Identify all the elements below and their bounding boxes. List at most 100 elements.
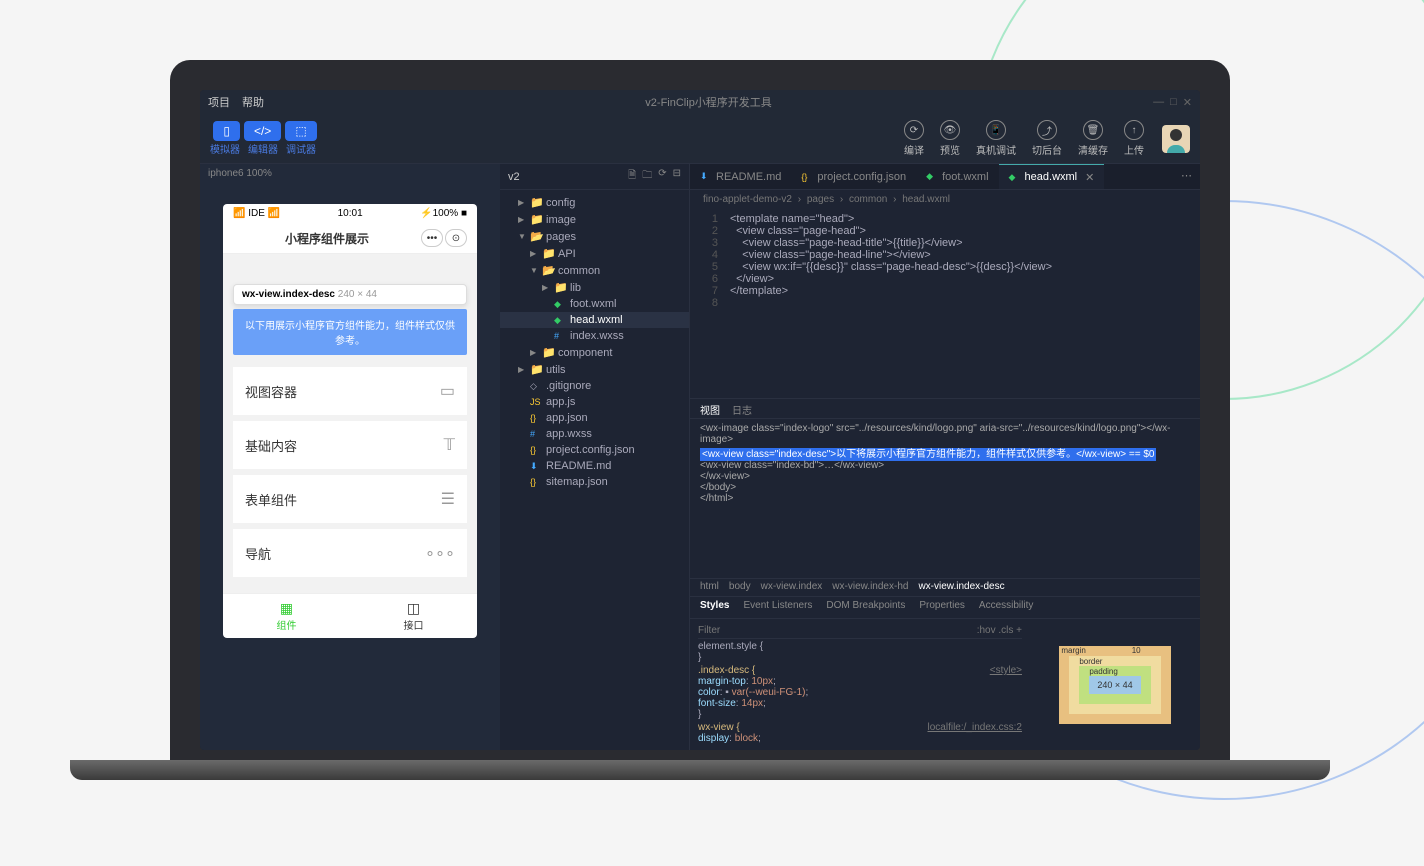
list-item[interactable]: 表单组件☰ — [233, 475, 467, 523]
upload-button[interactable]: ↑上传 — [1124, 120, 1144, 157]
simulator-panel: iphone6 100% 📶 IDE 📶 10:01 ⚡100% ■ 小程序组件… — [200, 164, 500, 750]
file-index-wxss[interactable]: #index.wxss — [500, 328, 689, 344]
main-area: iphone6 100% 📶 IDE 📶 10:01 ⚡100% ■ 小程序组件… — [200, 164, 1200, 750]
file-source[interactable]: localfile:/_index.css:2 — [928, 722, 1023, 733]
device-info: iphone6 100% — [200, 164, 500, 186]
cls-toggle[interactable]: .cls — [998, 625, 1013, 636]
remote-debug-button[interactable]: 📱真机调试 — [976, 120, 1016, 157]
menu-project[interactable]: 项目 — [208, 94, 230, 110]
debugger-btn[interactable]: ⬚ — [285, 121, 316, 141]
preview-button[interactable]: 👁预览 — [940, 120, 960, 157]
file-icon: ◇ — [530, 381, 542, 392]
json-icon: {} — [530, 413, 542, 423]
file-readme[interactable]: ⬇README.md — [500, 458, 689, 474]
tab-dom-breakpoints[interactable]: DOM Breakpoints — [826, 600, 905, 615]
dom-breadcrumb: html body wx-view.index wx-view.index-hd… — [690, 578, 1200, 596]
json-icon: {} — [801, 172, 813, 182]
tab-api[interactable]: ◫接口 — [350, 594, 477, 638]
js-icon: JS — [530, 397, 542, 407]
tab-more-icon[interactable]: ⋯ — [1173, 164, 1200, 189]
file-app-js[interactable]: JSapp.js — [500, 394, 689, 410]
wxml-icon: ◆ — [554, 299, 566, 310]
menu-help[interactable]: 帮助 — [242, 94, 264, 110]
folder-icon: 📁 — [530, 196, 542, 209]
file-gitignore[interactable]: ◇.gitignore — [500, 378, 689, 394]
maximize-icon[interactable]: □ — [1170, 96, 1177, 109]
tab-readme[interactable]: ⬇README.md — [690, 164, 791, 189]
simulator-btn[interactable]: ▯ — [213, 121, 240, 141]
add-rule-icon[interactable]: + — [1016, 625, 1022, 636]
tab-foot-wxml[interactable]: ◆foot.wxml — [916, 164, 998, 189]
code-editor[interactable]: 1<template name="head"> 2 <view class="p… — [690, 209, 1200, 313]
list-item[interactable]: 基础内容𝕋 — [233, 421, 467, 469]
folder-api[interactable]: ▶📁API — [500, 245, 689, 262]
titlebar: 项目 帮助 v2-FinClip小程序开发工具 — □ ✕ — [200, 90, 1200, 114]
folder-config[interactable]: ▶📁config — [500, 194, 689, 211]
tab-styles[interactable]: Styles — [700, 600, 729, 615]
file-app-wxss[interactable]: #app.wxss — [500, 426, 689, 442]
folder-icon: 📁 — [554, 281, 566, 294]
capsule-menu[interactable]: ••• — [421, 229, 443, 247]
crumb-index[interactable]: wx-view.index — [761, 581, 823, 594]
list-item[interactable]: 导航∘∘∘ — [233, 529, 467, 577]
wxml-icon: ◆ — [554, 315, 566, 326]
folder-utils[interactable]: ▶📁utils — [500, 361, 689, 378]
crumb-html[interactable]: html — [700, 581, 719, 594]
folder-component[interactable]: ▶📁component — [500, 344, 689, 361]
editor-btn[interactable]: </> — [244, 121, 281, 141]
crumb-body[interactable]: body — [729, 581, 751, 594]
capsule-close[interactable]: ⊙ — [445, 229, 467, 247]
devtools-tabs: Styles Event Listeners DOM Breakpoints P… — [690, 596, 1200, 618]
close-icon[interactable]: ✕ — [1183, 96, 1192, 109]
hov-toggle[interactable]: :hov — [977, 625, 996, 636]
file-sitemap[interactable]: {}sitemap.json — [500, 474, 689, 490]
simulator-label: 模拟器 — [210, 141, 240, 156]
window-title: v2-FinClip小程序开发工具 — [264, 94, 1153, 110]
grid-icon: ▦ — [229, 600, 344, 617]
tab-properties[interactable]: Properties — [919, 600, 965, 615]
devtools-subtabs: 视图 日志 — [690, 398, 1200, 418]
folder-pages[interactable]: ▼📂pages — [500, 228, 689, 245]
folder-common[interactable]: ▼📂common — [500, 262, 689, 279]
api-icon: ◫ — [356, 600, 471, 617]
tab-components[interactable]: ▦组件 — [223, 594, 350, 638]
crumb-desc[interactable]: wx-view.index-desc — [918, 581, 1004, 594]
md-icon: ⬇ — [530, 461, 542, 472]
list-item[interactable]: 视图容器▭ — [233, 367, 467, 415]
file-project-config[interactable]: {}project.config.json — [500, 442, 689, 458]
file-foot-wxml[interactable]: ◆foot.wxml — [500, 296, 689, 312]
json-icon: {} — [530, 477, 542, 487]
filter-input[interactable]: Filter — [698, 625, 720, 636]
background-button[interactable]: ⤴切后台 — [1032, 120, 1062, 157]
tab-head-wxml[interactable]: ◆head.wxml✕ — [999, 164, 1105, 189]
json-icon: {} — [530, 445, 542, 455]
highlighted-element[interactable]: 以下用展示小程序官方组件能力，组件样式仅供参考。 — [233, 309, 467, 355]
new-folder-icon[interactable]: 🗀 — [642, 168, 652, 185]
md-icon: ⬇ — [700, 171, 712, 182]
refresh-icon[interactable]: ⟳ — [658, 168, 666, 185]
collapse-icon[interactable]: ⊟ — [673, 168, 681, 185]
view-tab[interactable]: 视图 — [700, 402, 720, 415]
tree-root-name: v2 — [508, 171, 520, 183]
ide-screen: 项目 帮助 v2-FinClip小程序开发工具 — □ ✕ ▯ </> ⬚ 模拟… — [200, 90, 1200, 750]
tab-project-config[interactable]: {}project.config.json — [791, 164, 916, 189]
compile-button[interactable]: ⟳编译 — [904, 120, 924, 157]
wxml-icon: ◆ — [926, 171, 938, 182]
tab-accessibility[interactable]: Accessibility — [979, 600, 1033, 615]
file-app-json[interactable]: {}app.json — [500, 410, 689, 426]
style-source[interactable]: <style> — [990, 665, 1022, 676]
crumb-hd[interactable]: wx-view.index-hd — [832, 581, 908, 594]
tab-close-icon[interactable]: ✕ — [1085, 171, 1094, 184]
folder-image[interactable]: ▶📁image — [500, 211, 689, 228]
minimize-icon[interactable]: — — [1153, 96, 1164, 109]
dom-inspector[interactable]: <wx-image class="index-logo" src="../res… — [690, 418, 1200, 578]
tab-event-listeners[interactable]: Event Listeners — [743, 600, 812, 615]
folder-icon: 📁 — [542, 346, 554, 359]
avatar[interactable] — [1162, 125, 1190, 153]
file-head-wxml[interactable]: ◆head.wxml — [500, 312, 689, 328]
clear-cache-button[interactable]: 🗑清缓存 — [1078, 120, 1108, 157]
folder-lib[interactable]: ▶📁lib — [500, 279, 689, 296]
app-title: 小程序组件展示 — [285, 230, 369, 247]
new-file-icon[interactable]: 🗎 — [628, 168, 636, 185]
log-tab[interactable]: 日志 — [732, 402, 752, 415]
